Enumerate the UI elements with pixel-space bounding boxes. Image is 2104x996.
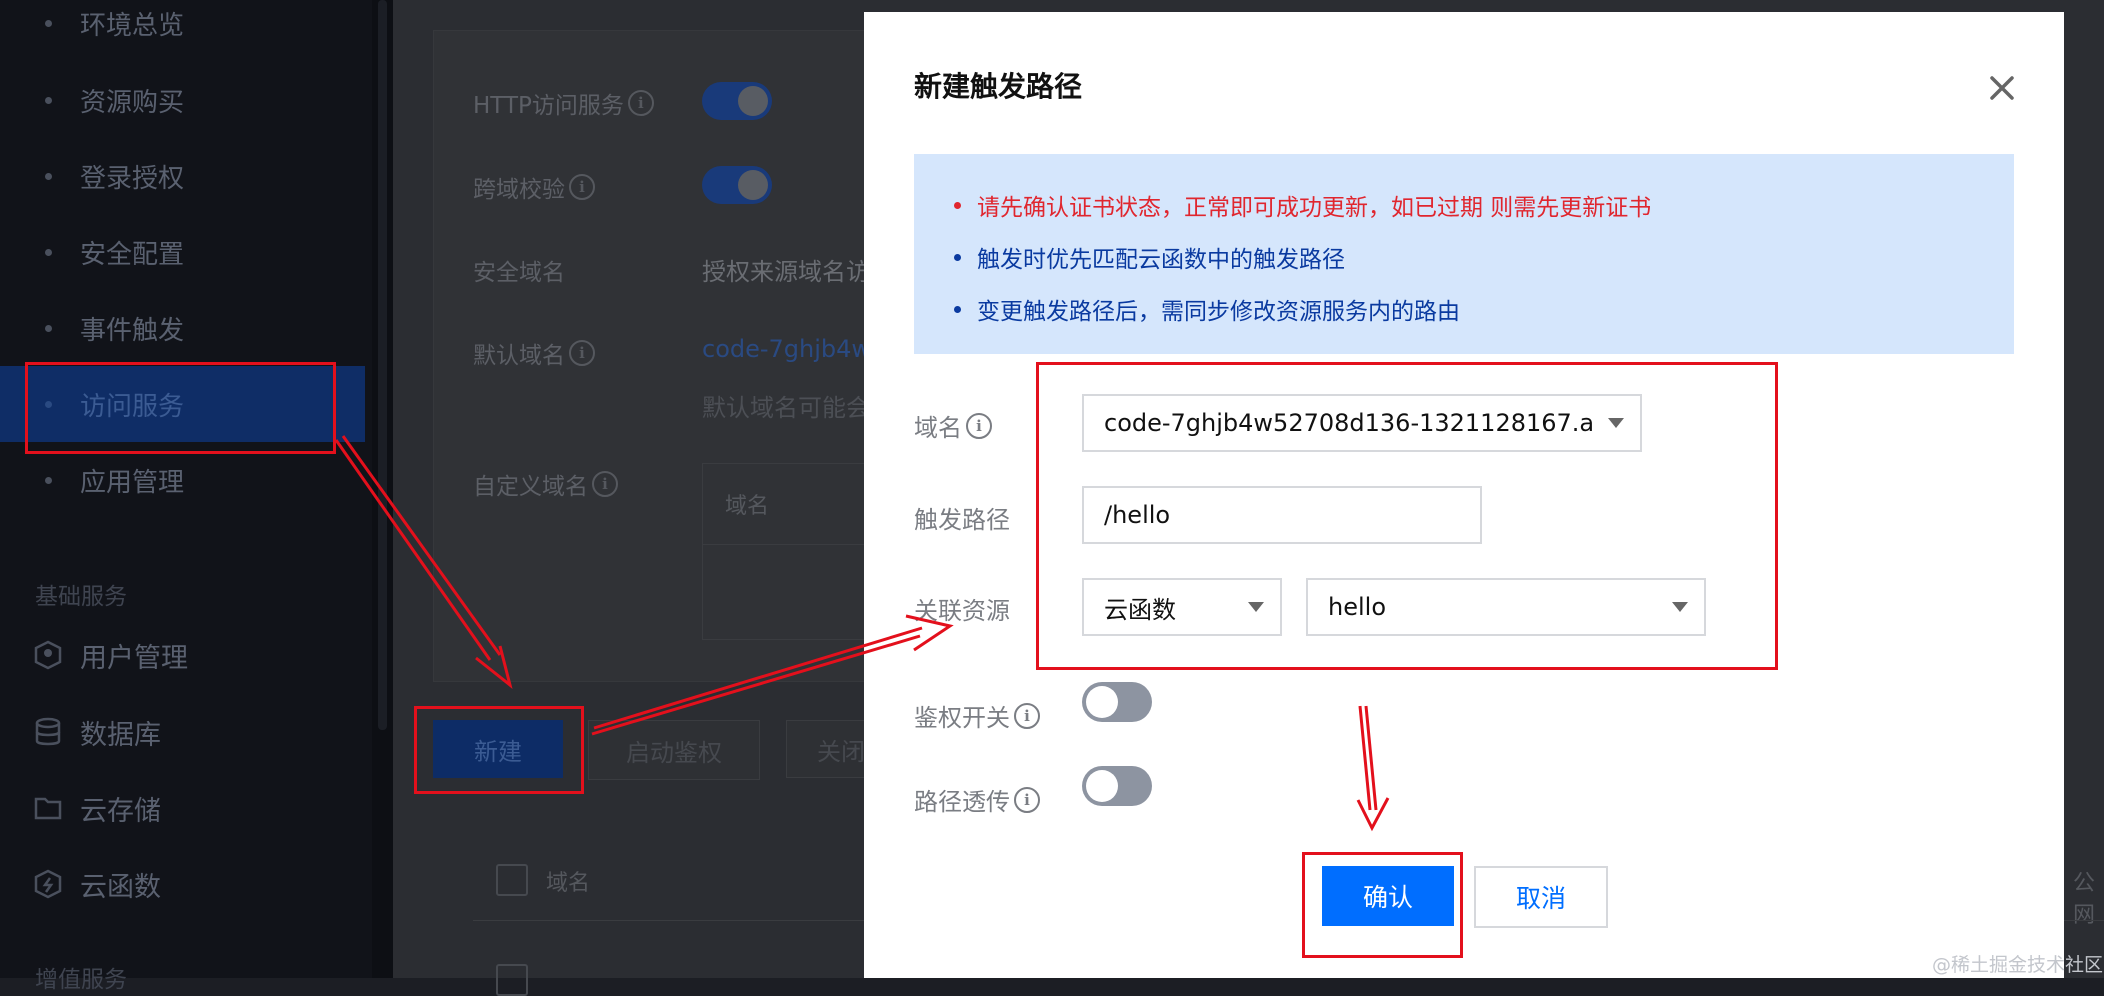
notice-text: 变更触发路径后，需同步修改资源服务内的路由: [977, 299, 1460, 325]
sidebar-item-label: 安全配置: [80, 239, 185, 270]
auth-switch-label: 鉴权开关 i: [914, 698, 1040, 733]
bullet-icon: [45, 476, 52, 484]
notice-box: 请先确认证书状态，正常即可成功更新，如已过期 则需先更新证书 触发时优先匹配云函…: [914, 154, 2014, 354]
toggle-knob: [1086, 770, 1118, 802]
info-icon[interactable]: i: [569, 340, 595, 366]
toggle-knob: [1086, 686, 1118, 718]
sidebar-item-label: 应用管理: [80, 467, 185, 498]
trigger-path-label: 触发路径: [914, 506, 1010, 534]
info-icon[interactable]: i: [1014, 786, 1040, 813]
sidebar-item-user-management[interactable]: 用户管理: [0, 620, 365, 690]
http-service-label: HTTP访问服务 i: [473, 86, 654, 120]
user-shield-icon: [32, 639, 64, 671]
sidebar-item-cloud-storage[interactable]: 云存储: [0, 773, 365, 843]
default-domain-note: 默认域名可能会: [702, 394, 870, 422]
sidebar-item-label: 资源购买: [80, 87, 185, 118]
sidebar-item-security[interactable]: 安全配置: [0, 214, 365, 290]
sidebar-item-label: 用户管理: [80, 642, 188, 674]
default-domain-label: 默认域名 i: [473, 336, 595, 370]
sidebar-item-label: 事件触发: [80, 315, 185, 346]
bullet-icon: [45, 172, 52, 180]
sidebar: 环境总览 资源购买 登录授权 安全配置 事件触发 访问服务 应用管理 基础服务 …: [0, 0, 393, 993]
default-domain-link[interactable]: code-7ghjb4w5: [702, 335, 886, 363]
cancel-button[interactable]: 取消: [1474, 866, 1608, 928]
bullet-icon: [954, 253, 961, 261]
http-service-toggle[interactable]: [702, 82, 772, 120]
sidebar-item-label: 云存储: [80, 795, 161, 827]
notice-item: 触发时优先匹配云函数中的触发路径: [954, 240, 1345, 274]
info-icon[interactable]: i: [1014, 702, 1040, 729]
sidebar-item-label: 环境总览: [80, 10, 185, 41]
sidebar-item-overview[interactable]: 环境总览: [0, 0, 365, 61]
bullet-icon: [45, 248, 52, 256]
bullet-icon: [45, 324, 52, 332]
sidebar-item-database[interactable]: 数据库: [0, 697, 365, 767]
custom-domain-label: 自定义域名 i: [473, 467, 618, 501]
section-title-basic: 基础服务: [35, 584, 127, 610]
toggle-knob: [738, 86, 768, 116]
bullet-icon: [45, 96, 52, 104]
annotation-box-sidebar: [25, 362, 336, 454]
list-header-domain: 域名: [546, 871, 591, 896]
sidebar-item-label: 云函数: [80, 871, 161, 903]
sidebar-item-label: 数据库: [80, 719, 161, 751]
label-text: 域名: [914, 414, 962, 442]
resource-label: 关联资源: [914, 597, 1010, 625]
notice-text: 请先确认证书状态，正常即可成功更新，如已过期 则需先更新证书: [977, 195, 1652, 221]
sidebar-item-purchase[interactable]: 资源购买: [0, 62, 365, 138]
label-text: 默认域名: [473, 343, 565, 369]
label-text: 跨域校验: [473, 177, 565, 203]
cors-label: 跨域校验 i: [473, 170, 595, 204]
notice-text: 触发时优先匹配云函数中的触发路径: [977, 247, 1345, 273]
annotation-box-confirm: [1302, 852, 1463, 958]
bullet-icon: [45, 19, 52, 27]
sidebar-item-login-auth[interactable]: 登录授权: [0, 138, 365, 214]
domain-label: 域名 i: [914, 408, 992, 443]
sidebar-scrollbar[interactable]: [372, 0, 393, 978]
info-icon[interactable]: i: [569, 174, 595, 200]
info-icon[interactable]: i: [966, 412, 992, 439]
annotation-box-form: [1036, 362, 1778, 670]
notice-item: 请先确认证书状态，正常即可成功更新，如已过期 则需先更新证书: [954, 188, 1651, 222]
sidebar-item-label: 登录授权: [80, 163, 185, 194]
label-text: 路径透传: [914, 788, 1010, 816]
sidebar-item-cloud-function[interactable]: 云函数: [0, 849, 365, 919]
watermark: @稀土掘金技术社区: [1932, 954, 2104, 976]
notice-item: 变更触发路径后，需同步修改资源服务内的路由: [954, 292, 1460, 326]
bullet-icon: [954, 305, 961, 313]
path-passthrough-label: 路径透传 i: [914, 782, 1040, 817]
toggle-knob: [738, 170, 768, 200]
folder-icon: [32, 792, 64, 824]
security-domain-label: 安全域名: [473, 260, 565, 286]
auth-switch-toggle[interactable]: [1082, 682, 1152, 722]
enable-auth-button[interactable]: 启动鉴权: [588, 720, 760, 780]
annotation-box-new-button: [414, 706, 584, 794]
section-title-extra: 增值服务: [35, 967, 127, 993]
path-passthrough-toggle[interactable]: [1082, 766, 1152, 806]
info-icon[interactable]: i: [627, 90, 654, 116]
label-text: 自定义域名: [473, 474, 588, 500]
security-domain-value: 授权来源域名访: [702, 258, 870, 286]
select-all-checkbox[interactable]: [496, 864, 528, 896]
label-text: HTTP访问服务: [473, 93, 624, 119]
function-icon: [32, 868, 64, 900]
cors-toggle[interactable]: [702, 166, 772, 204]
sidebar-item-event-trigger[interactable]: 事件触发: [0, 290, 365, 366]
info-icon[interactable]: i: [592, 471, 618, 497]
row-checkbox[interactable]: [496, 964, 528, 996]
label-text: 鉴权开关: [914, 704, 1010, 732]
dialog-title: 新建触发路径: [914, 70, 1083, 103]
bullet-icon: [954, 201, 961, 209]
scrollbar-thumb[interactable]: [378, 0, 387, 730]
database-icon: [32, 716, 64, 748]
close-icon[interactable]: [1982, 68, 2022, 108]
